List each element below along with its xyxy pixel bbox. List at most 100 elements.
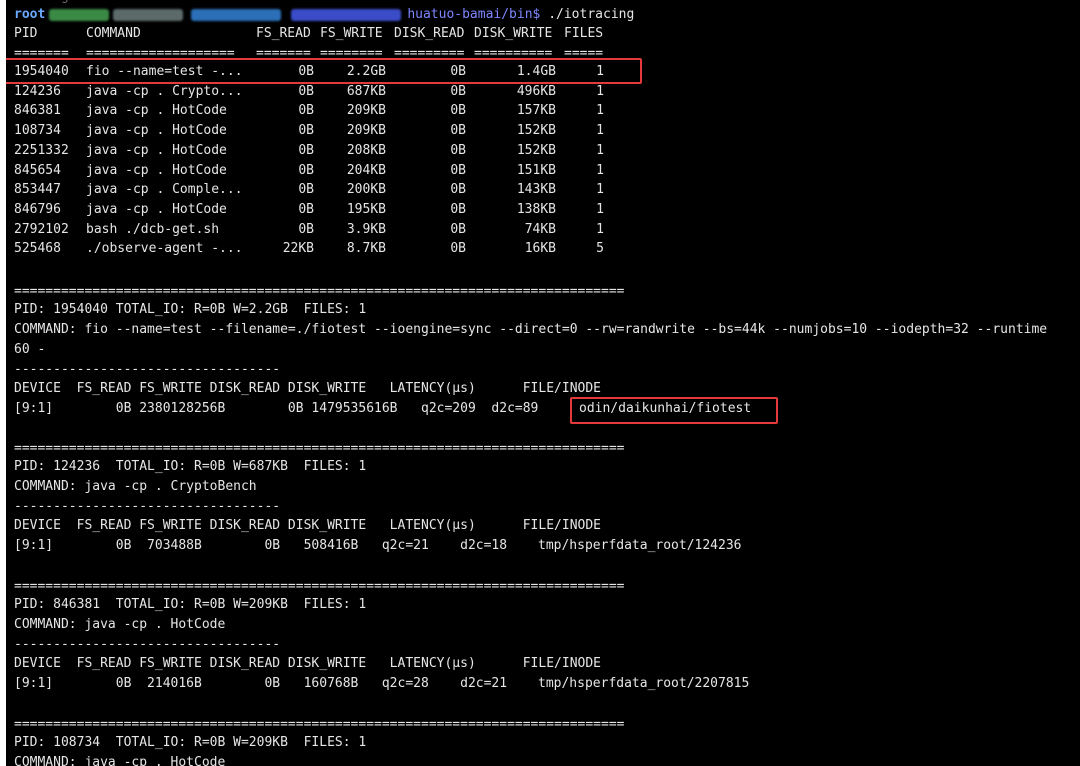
summary-row: 845654 java -cp . HotCode 0B 204KB 0B 151KB 1 (14, 162, 654, 180)
prompt-path: huatuo-bamai/bin$ (407, 7, 541, 22)
detail-divider: ---------------------------------- (14, 362, 281, 377)
cell-disk-read: 0B (450, 162, 466, 178)
cell-fs-write: 3.9KB (346, 221, 386, 237)
summary-row: 124236 java -cp . Crypto... 0B 687KB 0B 496KB… (14, 83, 654, 101)
cell-command: java -cp . HotCode (86, 103, 227, 119)
detail-header: DEVICE FS_READ FS_WRITE DISK_READ DISK_W… (14, 656, 601, 671)
cell-files: 1 (596, 201, 604, 217)
cell-fs-read: 0B (298, 221, 314, 237)
summary-row: 2251332 java -cp . HotCode 0B 208KB 0B 152KB 1 (14, 142, 654, 160)
section-separator: ========================================… (14, 441, 625, 456)
detail-command-continuation: 60 - (14, 342, 46, 357)
detail-command-line: COMMAND: java -cp . HotCode (14, 617, 226, 632)
detail-data-line: [9:1] 0B 2380128256B 0B 1479535616B q2c=… (14, 401, 539, 416)
prompt-line: root huatuo-bamai/bin$ ./iotracing (14, 6, 634, 24)
cell-fs-write: 209KB (346, 123, 386, 139)
cell-disk-write: 74KB (524, 221, 556, 237)
cell-pid: 845654 (14, 162, 61, 178)
cell-fs-read: 0B (298, 142, 314, 158)
summary-row: 108734 java -cp . HotCode 0B 209KB 0B 152KB 1 (14, 122, 654, 140)
cell-disk-read: 0B (450, 201, 466, 217)
cell-files: 1 (596, 162, 604, 178)
cell-disk-write: 143KB (516, 182, 556, 198)
detail-data-line: [9:1] 0B 214016B 0B 160768B q2c=28 d2c=2… (14, 676, 508, 691)
cell-fs-read: 0B (298, 103, 314, 119)
cell-files: 1 (596, 83, 604, 99)
cell-command: java -cp . HotCode (86, 201, 227, 217)
cell-pid: 846796 (14, 201, 61, 217)
summary-header: PID COMMAND FS_READ FS_WRITE DISK_READ D… (14, 25, 654, 43)
summary-row: 2792102 bash ./dcb-get.sh 0B 3.9KB 0B 74KB 1 (14, 221, 654, 239)
detail-divider: ---------------------------------- (14, 499, 281, 514)
header-files: FILES (564, 26, 604, 41)
header-fs-write: FS_WRITE (320, 26, 383, 41)
detail-file-path: odin/daikunhai/fiotest (579, 401, 752, 416)
cell-pid: 1954040 (14, 64, 69, 79)
header-disk-read: DISK_READ (394, 26, 465, 41)
cell-disk-read: 0B (450, 221, 466, 237)
detail-file-path: tmp/hsperfdata_root/124236 (538, 538, 742, 553)
cell-files: 1 (596, 64, 604, 79)
redacted-path (191, 8, 282, 21)
cell-fs-write: 195KB (346, 201, 386, 217)
cell-disk-read: 0B (450, 241, 466, 257)
cell-disk-read: 0B (450, 182, 466, 198)
cell-disk-write: 16KB (524, 241, 556, 257)
cell-pid: 2792102 (14, 221, 69, 237)
cell-files: 1 (596, 142, 604, 158)
cell-disk-write: 1.4GB (516, 64, 556, 79)
cell-fs-write: 687KB (346, 83, 386, 99)
cell-command: java -cp . Crypto... (86, 83, 243, 99)
cell-fs-write: 8.7KB (346, 241, 386, 257)
cell-disk-write: 151KB (516, 162, 556, 178)
terminal-window[interactable]: tracingl roothuatuo-bamai/bin$ ./iotraci… (6, 0, 1080, 766)
cell-command: bash ./dcb-get.sh (86, 221, 220, 237)
cell-files: 1 (596, 123, 604, 139)
cell-files: 1 (596, 182, 604, 198)
command-text: ./iotracing (548, 7, 635, 22)
cell-fs-read: 0B (298, 162, 314, 178)
cell-command: java -cp . HotCode (86, 142, 227, 158)
cell-pid: 124236 (14, 83, 61, 99)
detail-header: DEVICE FS_READ FS_WRITE DISK_READ DISK_W… (14, 518, 601, 533)
cell-disk-write: 152KB (516, 123, 556, 139)
cell-command: fio --name=test -... (86, 64, 243, 79)
summary-row: 846381 java -cp . HotCode 0B 209KB 0B 157KB 1 (14, 102, 654, 120)
detail-command-line: COMMAND: java -cp . CryptoBench (14, 479, 257, 494)
cell-fs-write: 204KB (346, 162, 386, 178)
section-separator: ========================================… (14, 717, 625, 732)
cell-fs-read: 0B (298, 201, 314, 217)
cell-pid: 853447 (14, 182, 61, 198)
detail-divider: ---------------------------------- (14, 637, 281, 652)
detail-pid-line: PID: 124236 TOTAL_IO: R=0B W=687KB FILES… (14, 459, 367, 474)
cell-command: java -cp . HotCode (86, 123, 227, 139)
cell-fs-write: 200KB (346, 182, 386, 198)
cell-fs-read: 22KB (282, 241, 314, 257)
summary-row: 525468 ./observe-agent -... 22KB 8.7KB 0B 16K… (14, 240, 654, 258)
header-pid: PID (14, 26, 38, 41)
detail-file-path: tmp/hsperfdata_root/2207815 (538, 676, 750, 691)
detail-header: DEVICE FS_READ FS_WRITE DISK_READ DISK_W… (14, 381, 601, 396)
cell-pid: 2251332 (14, 142, 69, 158)
detail-command-line: COMMAND: fio --name=test --filename=./fi… (14, 322, 1048, 337)
cell-files: 1 (596, 103, 604, 119)
cell-pid: 846381 (14, 103, 61, 119)
section-separator: ========================================… (14, 284, 625, 299)
cell-command: ./observe-agent -... (86, 241, 243, 257)
cell-fs-read: 0B (298, 182, 314, 198)
header-disk-write: DISK_WRITE (474, 26, 553, 41)
cell-fs-write: 209KB (346, 103, 386, 119)
cell-disk-read: 0B (450, 123, 466, 139)
cell-disk-read: 0B (450, 64, 466, 79)
cell-command: java -cp . Comple... (86, 182, 243, 198)
cell-command: java -cp . HotCode (86, 162, 227, 178)
cell-disk-write: 496KB (516, 83, 556, 99)
cell-fs-read: 0B (298, 64, 314, 79)
redacted-hostname (49, 8, 110, 21)
summary-row: 853447 java -cp . Comple... 0B 200KB 0B 143KB… (14, 181, 654, 199)
section-separator: ========================================… (14, 579, 625, 594)
cell-fs-write: 2.2GB (346, 64, 386, 79)
cell-files: 5 (596, 241, 604, 257)
prompt-user: root (14, 7, 46, 22)
cell-disk-read: 0B (450, 142, 466, 158)
